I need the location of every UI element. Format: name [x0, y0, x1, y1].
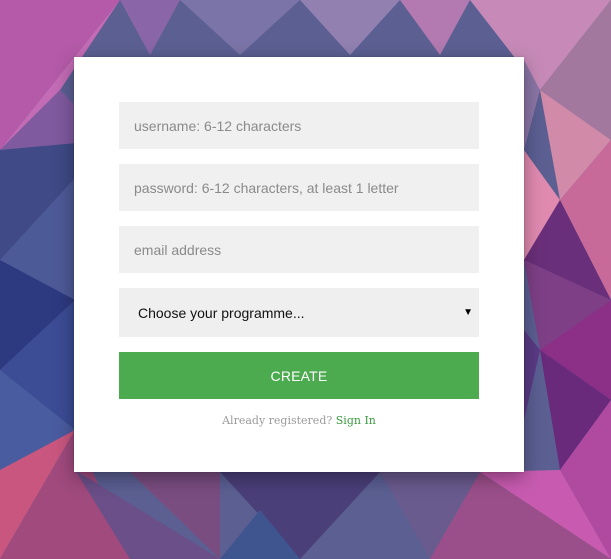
sign-in-link[interactable]: Sign In [336, 414, 376, 427]
email-field[interactable] [119, 226, 479, 273]
create-button-label: CREATE [270, 367, 328, 384]
create-button[interactable]: CREATE [119, 352, 479, 399]
programme-select-value: Choose your programme... [138, 304, 305, 321]
username-field[interactable] [119, 102, 479, 149]
signin-prompt: Already registered? Sign In [74, 414, 524, 427]
programme-select[interactable]: Choose your programme... ▼ [119, 288, 479, 337]
password-field[interactable] [119, 164, 479, 211]
already-registered-text: Already registered? [222, 414, 333, 427]
dropdown-arrow-icon: ▼ [463, 307, 473, 318]
registration-card: Choose your programme... ▼ CREATE Alread… [74, 57, 524, 472]
